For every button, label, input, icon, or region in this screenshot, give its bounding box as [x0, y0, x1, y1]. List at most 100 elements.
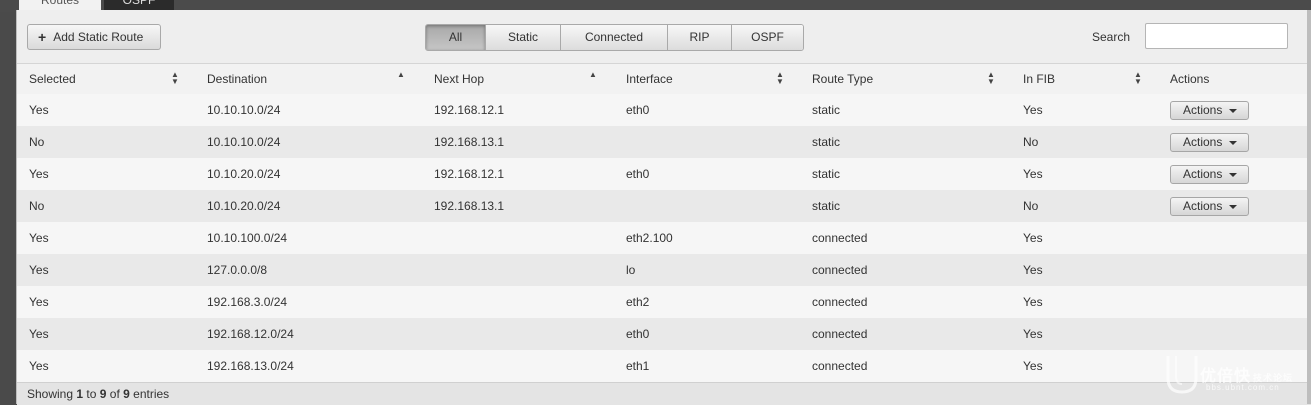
cell-in-fib: Yes [1023, 103, 1043, 117]
routes-panel: + Add Static Route All Static Connected … [16, 10, 1311, 405]
sort-asc-icon[interactable]: ▲ [397, 71, 405, 86]
cell-interface: lo [626, 263, 636, 277]
sort-both-icon[interactable]: ▲ ▼ [987, 71, 995, 86]
caret-down-icon [1229, 108, 1238, 113]
filter-rip-button[interactable]: RIP [667, 25, 731, 50]
table-row[interactable]: No 10.10.20.0/24 192.168.13.1 static No Actio… [17, 190, 1311, 222]
cell-destination: 10.10.100.0/24 [207, 231, 288, 245]
cell-route-type: connected [812, 231, 868, 245]
entries-info: Showing 1 to 9 of 9 entries [27, 387, 170, 401]
filter-all-button[interactable]: All [426, 25, 485, 50]
cell-destination: 10.10.10.0/24 [207, 135, 281, 149]
caret-down-icon [1229, 140, 1238, 145]
filter-static-button[interactable]: Static [485, 25, 560, 50]
table-row[interactable]: No 10.10.10.0/24 192.168.13.1 static No Actio… [17, 126, 1311, 158]
cell-in-fib: No [1023, 135, 1039, 149]
search-input[interactable] [1145, 23, 1288, 49]
column-header-next-hop[interactable]: Next Hop [434, 64, 484, 94]
column-header-actions: Actions [1170, 72, 1210, 86]
sort-both-icon[interactable]: ▲ ▼ [1134, 71, 1142, 86]
table-footer: Showing 1 to 9 of 9 entries [17, 382, 1311, 405]
actions-label: Actions [1183, 135, 1223, 149]
cell-route-type: static [812, 167, 841, 181]
plus-icon: + [38, 29, 47, 45]
cell-route-type: static [812, 199, 841, 213]
routes-table-body: Yes 10.10.10.0/24 192.168.12.1 eth0 static Ye… [17, 94, 1311, 382]
cell-route-type: static [812, 103, 841, 117]
actions-label: Actions [1183, 103, 1223, 117]
cell-destination: 10.10.10.0/24 [207, 103, 281, 117]
column-header-in-fib[interactable]: In FIB [1023, 64, 1055, 94]
cell-next-hop: 192.168.13.1 [434, 135, 505, 149]
cell-interface: eth2.100 [626, 231, 673, 245]
cell-destination: 10.10.20.0/24 [207, 199, 281, 213]
cell-interface: eth2 [626, 295, 650, 309]
cell-destination: 127.0.0.0/8 [207, 263, 268, 277]
search-label: Search [1092, 30, 1131, 44]
cell-in-fib: No [1023, 199, 1039, 213]
cell-selected: Yes [29, 103, 49, 117]
actions-dropdown-button[interactable]: Actions [1170, 165, 1249, 184]
actions-label: Actions [1183, 167, 1223, 181]
caret-down-icon [1229, 204, 1238, 209]
table-row[interactable]: Yes 192.168.13.0/24 eth1 connected Yes [17, 350, 1311, 382]
table-row[interactable]: Yes 192.168.3.0/24 eth2 connected Yes [17, 286, 1311, 318]
cell-selected: Yes [29, 359, 49, 373]
sort-both-icon[interactable]: ▲ ▼ [171, 71, 179, 86]
cell-selected: No [29, 199, 45, 213]
cell-selected: Yes [29, 295, 49, 309]
actions-dropdown-button[interactable]: Actions [1170, 197, 1249, 216]
sort-asc-icon[interactable]: ▲ [589, 71, 597, 86]
cell-next-hop: 192.168.12.1 [434, 103, 505, 117]
table-row[interactable]: Yes 192.168.12.0/24 eth0 connected Yes [17, 318, 1311, 350]
cell-selected: Yes [29, 263, 49, 277]
cell-route-type: connected [812, 359, 868, 373]
column-header-selected[interactable]: Selected [29, 64, 76, 94]
cell-selected: No [29, 135, 45, 149]
add-static-route-button[interactable]: + Add Static Route [27, 24, 161, 50]
filter-connected-button[interactable]: Connected [560, 25, 667, 50]
tab-ospf[interactable]: OSPF [104, 0, 174, 10]
column-header-interface[interactable]: Interface [626, 64, 673, 94]
cell-selected: Yes [29, 327, 49, 341]
table-row[interactable]: Yes 10.10.100.0/24 eth2.100 connected Yes [17, 222, 1311, 254]
add-static-route-label: Add Static Route [53, 30, 144, 44]
table-row[interactable]: Yes 127.0.0.0/8 lo connected Yes [17, 254, 1311, 286]
cell-in-fib: Yes [1023, 231, 1043, 245]
cell-destination: 192.168.3.0/24 [207, 295, 288, 309]
column-header-route-type[interactable]: Route Type [812, 64, 873, 94]
tab-routes[interactable]: Routes [19, 0, 101, 10]
table-row[interactable]: Yes 10.10.20.0/24 192.168.12.1 eth0 static Ye… [17, 158, 1311, 190]
actions-dropdown-button[interactable]: Actions [1170, 133, 1249, 152]
caret-down-icon [1229, 172, 1238, 177]
cell-in-fib: Yes [1023, 359, 1043, 373]
cell-route-type: static [812, 135, 841, 149]
sort-both-icon[interactable]: ▲ ▼ [776, 71, 784, 86]
cell-selected: Yes [29, 231, 49, 245]
filter-ospf-button[interactable]: OSPF [731, 25, 803, 50]
cell-interface: eth0 [626, 167, 650, 181]
column-header-destination[interactable]: Destination [207, 64, 267, 94]
cell-in-fib: Yes [1023, 327, 1043, 341]
cell-interface: eth0 [626, 327, 650, 341]
cell-in-fib: Yes [1023, 295, 1043, 309]
cell-interface: eth1 [626, 359, 650, 373]
cell-destination: 192.168.12.0/24 [207, 327, 294, 341]
cell-interface: eth0 [626, 103, 650, 117]
actions-dropdown-button[interactable]: Actions [1170, 101, 1249, 120]
table-row[interactable]: Yes 10.10.10.0/24 192.168.12.1 eth0 static Ye… [17, 94, 1311, 126]
cell-selected: Yes [29, 167, 49, 181]
scrollbar-track[interactable] [1307, 10, 1311, 404]
cell-destination: 10.10.20.0/24 [207, 167, 281, 181]
cell-route-type: connected [812, 327, 868, 341]
cell-route-type: connected [812, 295, 868, 309]
cell-next-hop: 192.168.13.1 [434, 199, 505, 213]
actions-label: Actions [1183, 199, 1223, 213]
cell-next-hop: 192.168.12.1 [434, 167, 505, 181]
route-filter-group: All Static Connected RIP OSPF [425, 24, 804, 51]
cell-in-fib: Yes [1023, 263, 1043, 277]
cell-in-fib: Yes [1023, 167, 1043, 181]
table-header: Selected ▲ ▼ Destination ▲ Next Hop ▲ Int… [17, 63, 1311, 95]
cell-route-type: connected [812, 263, 868, 277]
cell-destination: 192.168.13.0/24 [207, 359, 294, 373]
